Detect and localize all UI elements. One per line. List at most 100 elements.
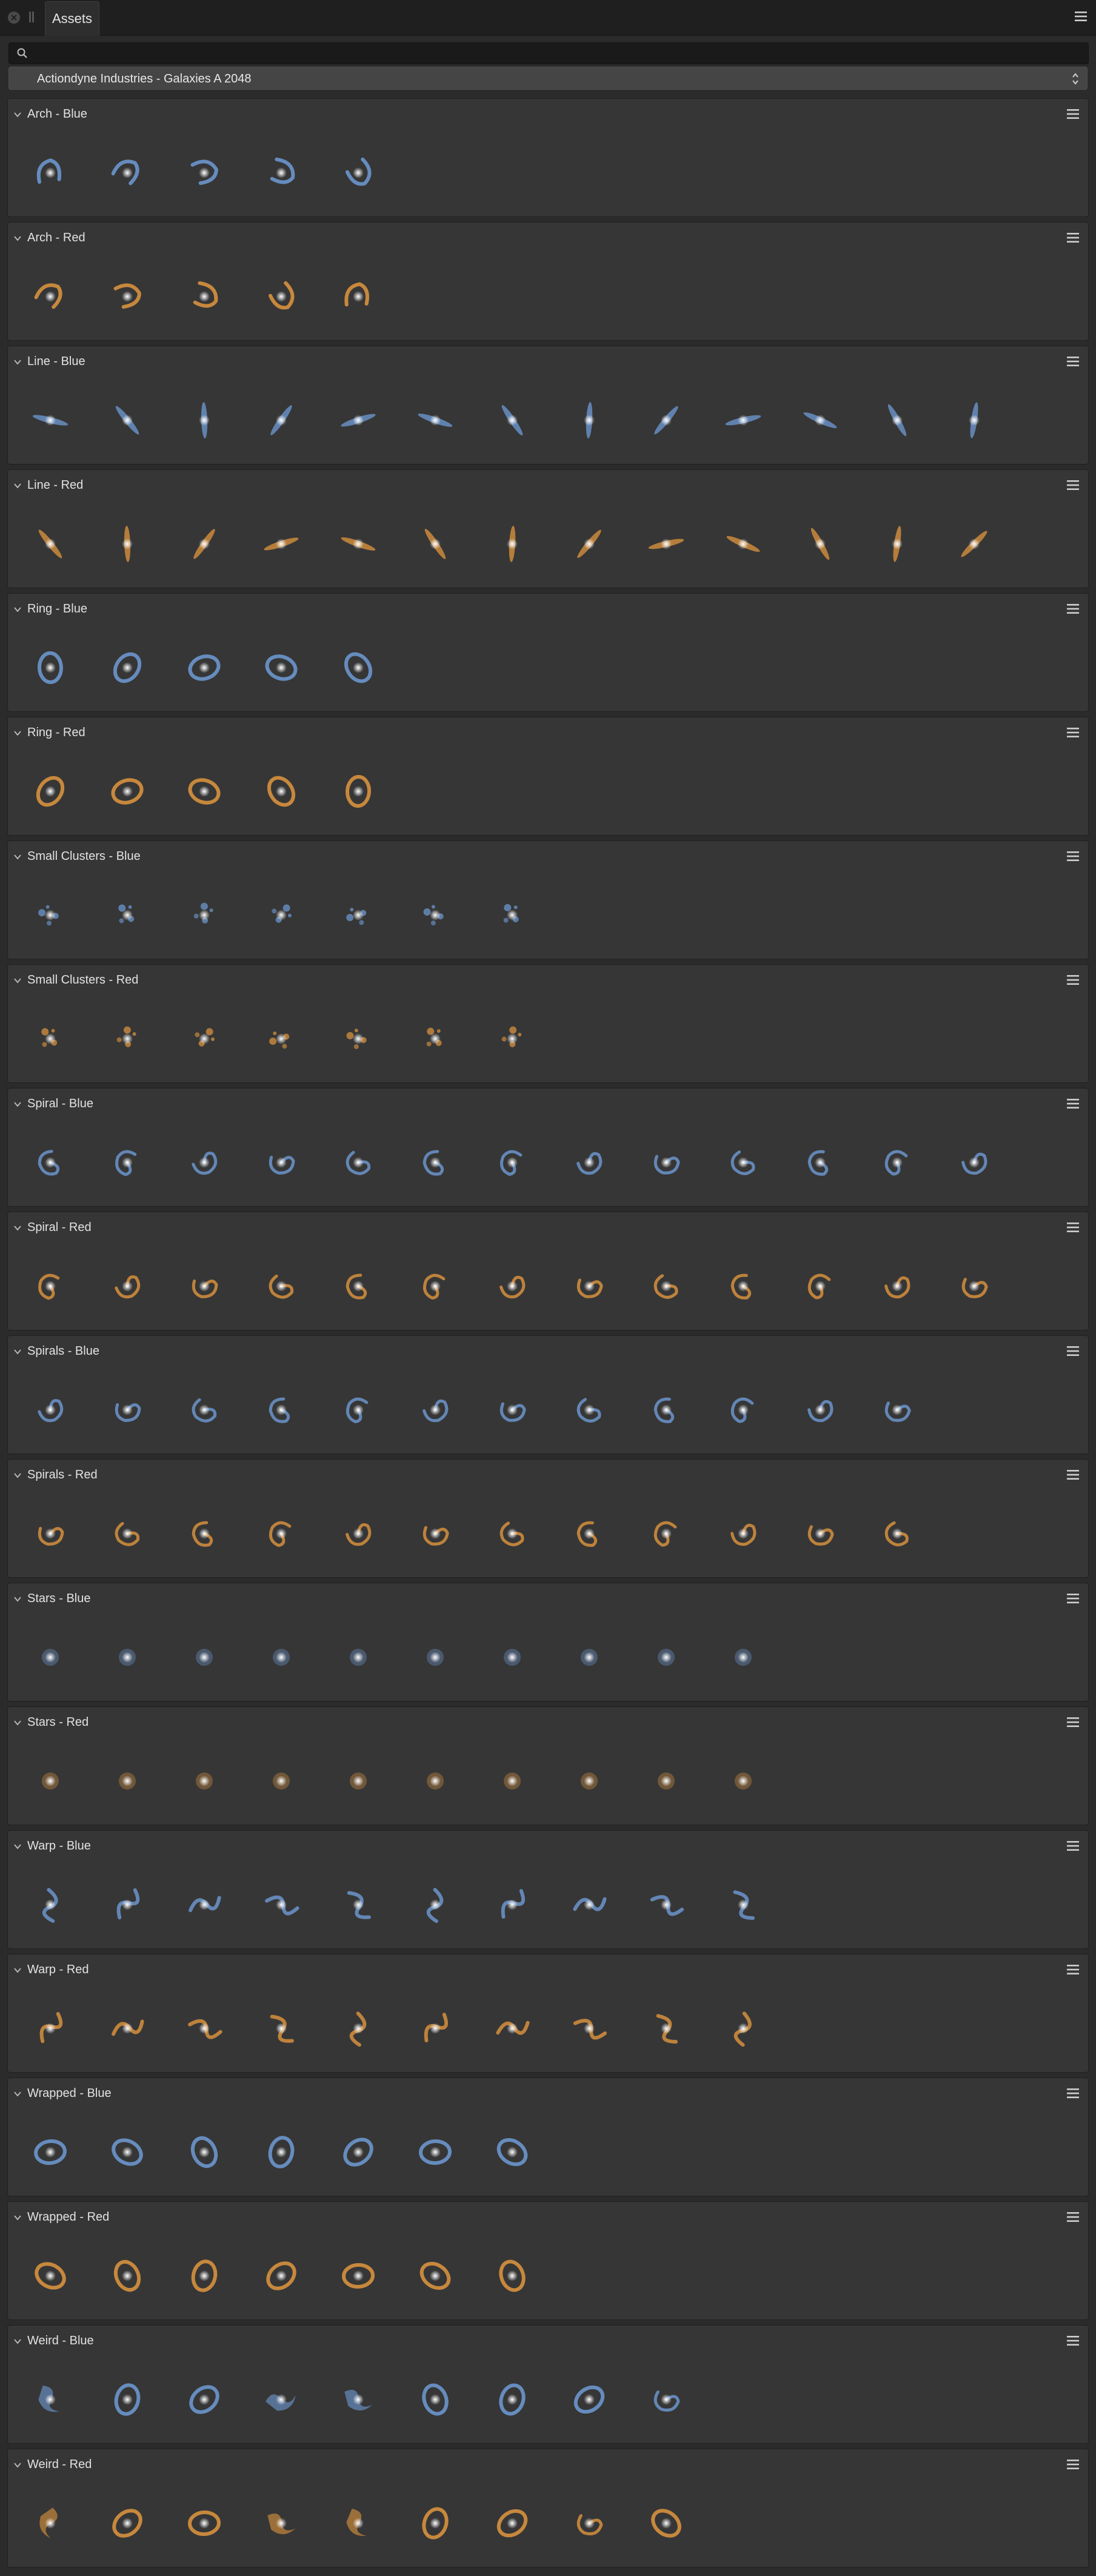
asset-thumbnail[interactable] xyxy=(945,391,1003,449)
asset-thumbnail[interactable] xyxy=(21,1257,79,1315)
asset-thumbnail[interactable] xyxy=(560,1999,618,2058)
asset-thumbnail[interactable] xyxy=(406,391,464,449)
asset-thumbnail[interactable] xyxy=(483,1504,541,1563)
section-title[interactable]: Warp - Red xyxy=(27,1963,89,1977)
asset-thumbnail[interactable] xyxy=(406,515,464,573)
asset-thumbnail[interactable] xyxy=(868,515,926,573)
asset-thumbnail[interactable] xyxy=(483,2370,541,2429)
asset-thumbnail[interactable] xyxy=(483,1628,541,1686)
asset-thumbnail[interactable] xyxy=(945,1133,1003,1192)
asset-thumbnail[interactable] xyxy=(252,1504,310,1563)
section-menu-icon[interactable] xyxy=(1066,602,1080,615)
chevron-down-icon[interactable] xyxy=(13,605,22,614)
asset-thumbnail[interactable] xyxy=(483,515,541,573)
asset-thumbnail[interactable] xyxy=(714,1381,772,1439)
asset-thumbnail[interactable] xyxy=(483,886,541,944)
asset-thumbnail[interactable] xyxy=(98,2247,156,2305)
section-menu-icon[interactable] xyxy=(1066,1344,1080,1358)
asset-thumbnail[interactable] xyxy=(98,2494,156,2552)
asset-thumbnail[interactable] xyxy=(329,2494,387,2552)
asset-thumbnail[interactable] xyxy=(483,2123,541,2181)
asset-thumbnail[interactable] xyxy=(560,1133,618,1192)
asset-thumbnail[interactable] xyxy=(868,391,926,449)
asset-thumbnail[interactable] xyxy=(945,515,1003,573)
asset-thumbnail[interactable] xyxy=(21,1381,79,1439)
chevron-down-icon[interactable] xyxy=(13,2213,22,2222)
asset-thumbnail[interactable] xyxy=(714,1257,772,1315)
asset-thumbnail[interactable] xyxy=(252,2123,310,2181)
asset-thumbnail[interactable] xyxy=(714,1628,772,1686)
section-menu-icon[interactable] xyxy=(1066,2210,1080,2224)
asset-thumbnail[interactable] xyxy=(560,1257,618,1315)
chevron-down-icon[interactable] xyxy=(13,2089,22,2099)
asset-thumbnail[interactable] xyxy=(483,1999,541,2058)
chevron-down-icon[interactable] xyxy=(13,1718,22,1728)
section-menu-icon[interactable] xyxy=(1066,726,1080,739)
section-title[interactable]: Spiral - Blue xyxy=(27,1097,93,1111)
asset-thumbnail[interactable] xyxy=(252,1752,310,1810)
chevron-down-icon[interactable] xyxy=(13,1347,22,1357)
asset-thumbnail[interactable] xyxy=(483,1010,541,1068)
asset-thumbnail[interactable] xyxy=(252,2247,310,2305)
asset-thumbnail[interactable] xyxy=(175,886,233,944)
asset-thumbnail[interactable] xyxy=(329,1381,387,1439)
section-menu-icon[interactable] xyxy=(1066,1468,1080,1481)
asset-thumbnail[interactable] xyxy=(714,1876,772,1934)
section-title[interactable]: Small Clusters - Blue xyxy=(27,850,141,864)
asset-thumbnail[interactable] xyxy=(329,515,387,573)
asset-thumbnail[interactable] xyxy=(791,1381,849,1439)
asset-thumbnail[interactable] xyxy=(868,1257,926,1315)
asset-thumbnail[interactable] xyxy=(406,1628,464,1686)
asset-thumbnail[interactable] xyxy=(406,1504,464,1563)
chevron-down-icon[interactable] xyxy=(13,852,22,862)
asset-thumbnail[interactable] xyxy=(21,639,79,697)
asset-thumbnail[interactable] xyxy=(637,2370,695,2429)
section-title[interactable]: Spirals - Red xyxy=(27,1468,98,1482)
chevron-down-icon[interactable] xyxy=(13,2336,22,2346)
asset-thumbnail[interactable] xyxy=(98,1257,156,1315)
chevron-down-icon[interactable] xyxy=(13,233,22,243)
section-title[interactable]: Stars - Red xyxy=(27,1716,89,1729)
asset-thumbnail[interactable] xyxy=(175,2494,233,2552)
asset-thumbnail[interactable] xyxy=(21,1010,79,1068)
section-title[interactable]: Weird - Red xyxy=(27,2458,92,2472)
asset-thumbnail[interactable] xyxy=(175,515,233,573)
close-icon[interactable] xyxy=(8,12,20,24)
asset-thumbnail[interactable] xyxy=(714,515,772,573)
section-title[interactable]: Ring - Red xyxy=(27,726,85,740)
asset-thumbnail[interactable] xyxy=(791,515,849,573)
asset-thumbnail[interactable] xyxy=(560,1752,618,1810)
asset-thumbnail[interactable] xyxy=(329,2123,387,2181)
asset-thumbnail[interactable] xyxy=(252,1010,310,1068)
section-menu-icon[interactable] xyxy=(1066,1963,1080,1976)
panel-menu-icon[interactable] xyxy=(1074,10,1088,23)
asset-thumbnail[interactable] xyxy=(329,1876,387,1934)
asset-thumbnail[interactable] xyxy=(791,1504,849,1563)
asset-thumbnail[interactable] xyxy=(98,2370,156,2429)
asset-thumbnail[interactable] xyxy=(560,515,618,573)
section-title[interactable]: Warp - Blue xyxy=(27,1839,91,1853)
section-menu-icon[interactable] xyxy=(1066,478,1080,492)
asset-thumbnail[interactable] xyxy=(98,1504,156,1563)
asset-thumbnail[interactable] xyxy=(483,2494,541,2552)
asset-thumbnail[interactable] xyxy=(98,144,156,202)
asset-thumbnail[interactable] xyxy=(329,1504,387,1563)
asset-thumbnail[interactable] xyxy=(98,1133,156,1192)
search-input[interactable] xyxy=(35,43,1080,65)
asset-thumbnail[interactable] xyxy=(483,1133,541,1192)
chevron-down-icon[interactable] xyxy=(13,481,22,491)
asset-thumbnail[interactable] xyxy=(21,1133,79,1192)
asset-thumbnail[interactable] xyxy=(329,1752,387,1810)
asset-thumbnail[interactable] xyxy=(98,515,156,573)
asset-thumbnail[interactable] xyxy=(252,144,310,202)
asset-thumbnail[interactable] xyxy=(21,886,79,944)
section-menu-icon[interactable] xyxy=(1066,1221,1080,1234)
asset-thumbnail[interactable] xyxy=(868,1133,926,1192)
asset-thumbnail[interactable] xyxy=(175,391,233,449)
asset-thumbnail[interactable] xyxy=(175,639,233,697)
asset-thumbnail[interactable] xyxy=(483,1752,541,1810)
asset-thumbnail[interactable] xyxy=(560,1628,618,1686)
asset-thumbnail[interactable] xyxy=(21,1999,79,2058)
asset-thumbnail[interactable] xyxy=(406,1752,464,1810)
asset-thumbnail[interactable] xyxy=(98,1752,156,1810)
